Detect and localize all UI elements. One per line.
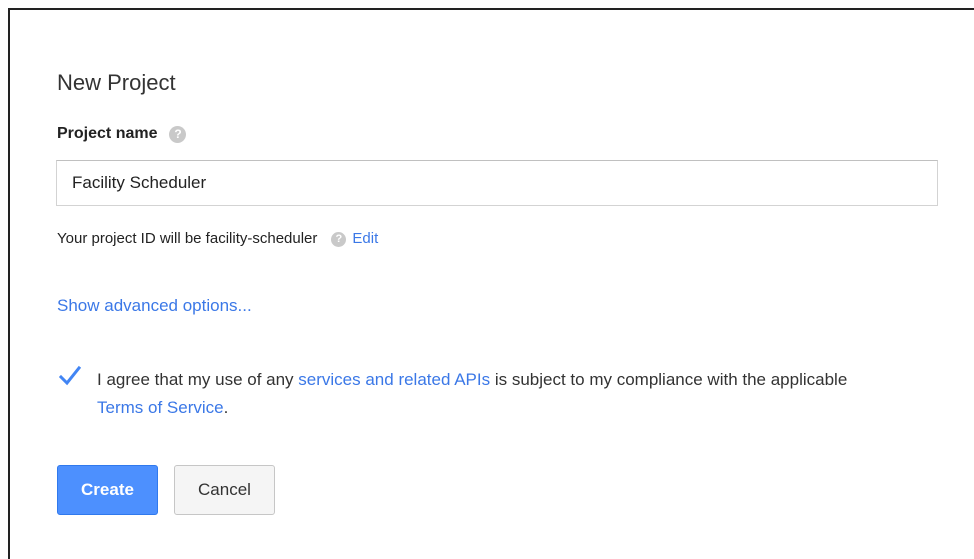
checkmark-icon — [59, 365, 81, 386]
edit-project-id-link[interactable]: Edit — [352, 229, 378, 249]
agreement-text-part2: is subject to my compliance with the app… — [490, 370, 848, 389]
project-id-row: Your project ID will be facility-schedul… — [57, 229, 378, 249]
agree-checkbox[interactable] — [59, 365, 81, 387]
project-id-text: Your project ID will be facility-schedul… — [57, 230, 318, 247]
project-name-label: Project name — [57, 125, 158, 142]
terms-of-service-link[interactable]: Terms of Service — [97, 398, 224, 417]
create-button[interactable]: Create — [57, 465, 158, 515]
services-apis-link[interactable]: services and related APIs — [298, 370, 490, 389]
project-name-label-row: Project name ? — [57, 124, 187, 144]
help-icon[interactable]: ? — [331, 231, 347, 247]
show-advanced-options-link[interactable]: Show advanced options... — [57, 295, 252, 317]
help-icon[interactable]: ? — [169, 125, 187, 143]
cancel-button[interactable]: Cancel — [174, 465, 275, 515]
agreement-text-part1: I agree that my use of any — [97, 370, 299, 389]
dialog-title: New Project — [57, 70, 176, 95]
agreement-text: I agree that my use of any services and … — [97, 366, 877, 422]
project-name-input[interactable] — [56, 160, 938, 206]
agreement-text-part3: . — [223, 398, 229, 417]
new-project-dialog: New Project Project name ? Your project … — [8, 8, 974, 559]
